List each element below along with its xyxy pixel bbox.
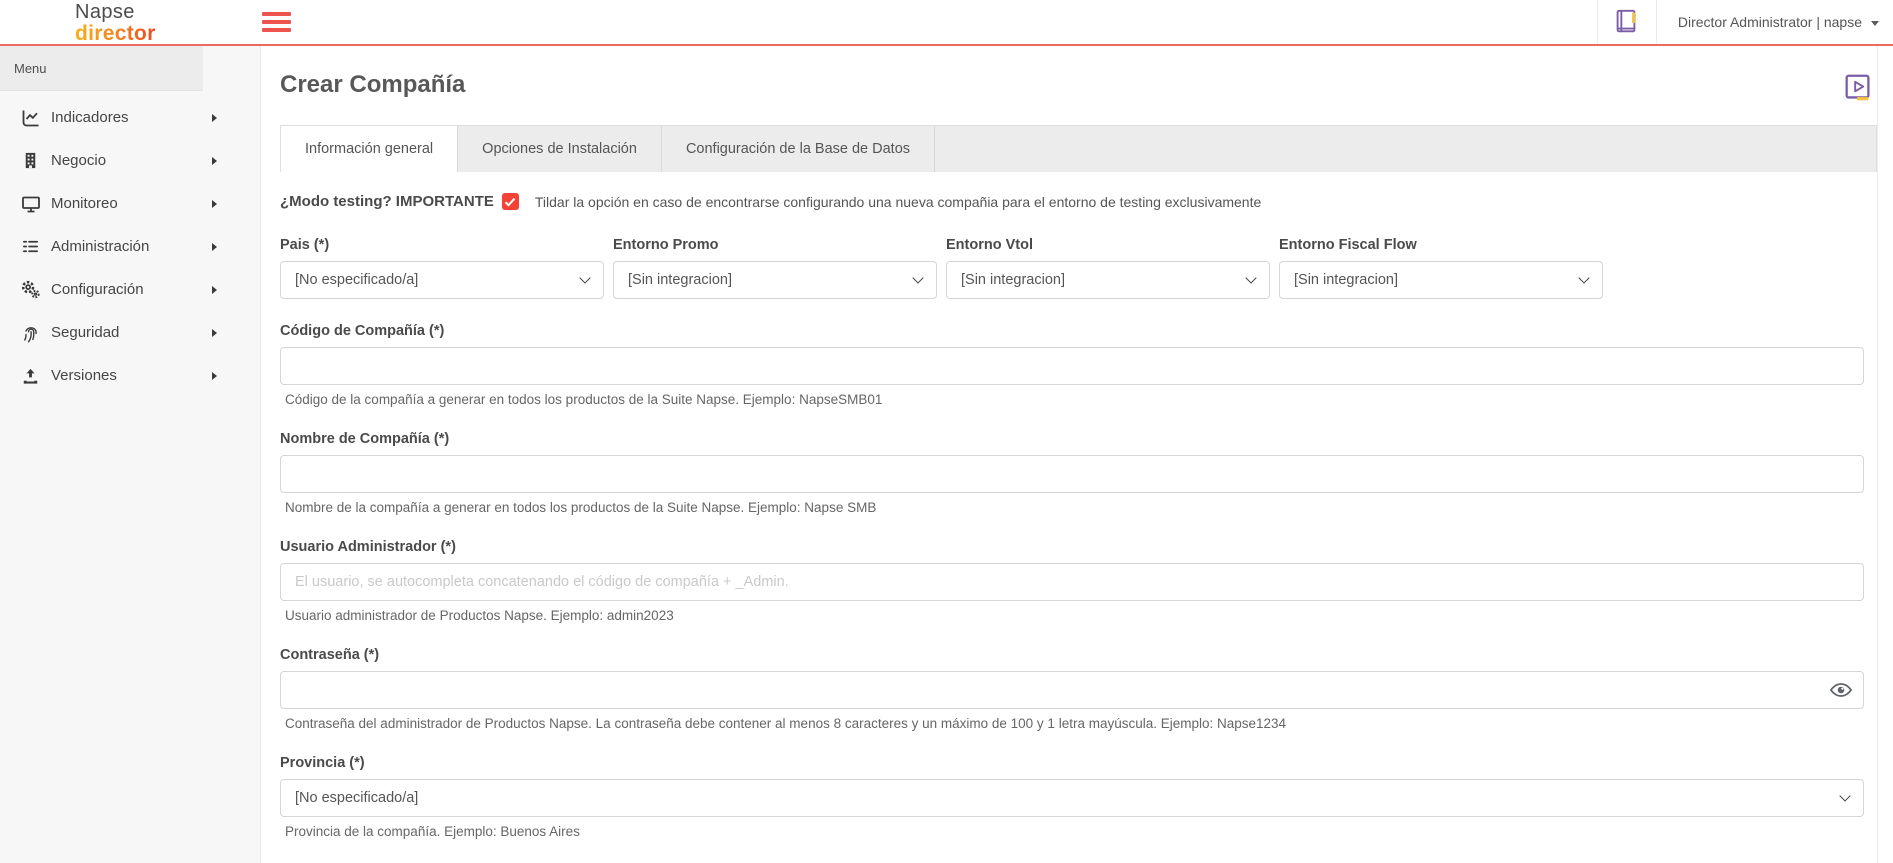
chevron-down-icon — [912, 272, 923, 283]
usuario-administrador-help: Usuario administrador de Productos Napse… — [280, 608, 1877, 623]
sidebar-item-monitoreo[interactable]: Monitoreo — [0, 182, 260, 225]
sidebar-item-label: Seguridad — [51, 324, 212, 341]
contrasena-input[interactable] — [280, 671, 1864, 709]
page-title: Crear Compañía — [280, 71, 465, 99]
sidebar: Menu Indicadores — [0, 46, 261, 863]
gears-icon — [20, 279, 41, 300]
provincia-select[interactable]: [No especificado/a] — [280, 779, 1864, 817]
sidebar-item-label: Administración — [51, 238, 212, 255]
sidebar-item-label: Monitoreo — [51, 195, 212, 212]
entorno-promo-select[interactable]: [Sin integracion] — [613, 261, 937, 299]
chevron-right-icon — [212, 329, 217, 337]
contrasena-help: Contraseña del administrador de Producto… — [280, 716, 1877, 731]
napse-director-logo[interactable]: Napse director — [75, 2, 156, 45]
provincia-label: Provincia (*) — [280, 755, 1877, 771]
pais-select[interactable]: [No especificado/a] — [280, 261, 604, 299]
nombre-compania-help: Nombre de la compañía a generar en todos… — [280, 500, 1877, 515]
sidebar-item-indicadores[interactable]: Indicadores — [0, 96, 260, 139]
tab-bar: Información general Opciones de Instalac… — [280, 125, 1877, 172]
entorno-vtol-label: Entorno Vtol — [946, 237, 1270, 253]
play-button[interactable] — [1841, 71, 1875, 110]
sidebar-item-label: Indicadores — [51, 109, 212, 126]
sidebar-item-label: Negocio — [51, 152, 212, 169]
chevron-down-icon — [1578, 272, 1589, 283]
app-header: Napse director Director Administrator | … — [0, 0, 1893, 46]
chevron-right-icon — [212, 243, 217, 251]
checklist-icon — [20, 236, 41, 257]
eye-icon[interactable] — [1830, 682, 1852, 698]
chevron-down-icon — [579, 272, 590, 283]
chevron-right-icon — [212, 200, 217, 208]
sidebar-item-negocio[interactable]: Negocio — [0, 139, 260, 182]
modo-testing-help: Tildar la opción en caso de encontrarse … — [535, 194, 1261, 210]
entorno-fiscal-flow-select-value: [Sin integracion] — [1294, 272, 1398, 288]
entorno-vtol-select[interactable]: [Sin integracion] — [946, 261, 1270, 299]
sidebar-item-administracion[interactable]: Administración — [0, 225, 260, 268]
codigo-compania-help: Código de la compañía a generar en todos… — [280, 392, 1877, 407]
documentation-book-icon[interactable] — [1612, 7, 1640, 42]
pais-select-value: [No especificado/a] — [295, 272, 418, 288]
sidebar-item-configuracion[interactable]: Configuración — [0, 268, 260, 311]
usuario-administrador-input[interactable] — [280, 563, 1864, 601]
main-content: Crear Compañía Información general Opcio… — [261, 46, 1893, 863]
tab-opciones-instalacion[interactable]: Opciones de Instalación — [458, 126, 662, 172]
modo-testing-label: ¿Modo testing? IMPORTANTE — [280, 193, 494, 210]
chevron-right-icon — [212, 372, 217, 380]
sidebar-item-label: Configuración — [51, 281, 212, 298]
chevron-right-icon — [212, 286, 217, 294]
fingerprint-icon — [20, 322, 41, 343]
chevron-down-icon — [1871, 21, 1879, 26]
entorno-fiscal-flow-select[interactable]: [Sin integracion] — [1279, 261, 1603, 299]
entorno-vtol-select-value: [Sin integracion] — [961, 272, 1065, 288]
pais-label: Pais (*) — [280, 237, 604, 253]
sidebar-item-label: Versiones — [51, 367, 212, 384]
provincia-select-value: [No especificado/a] — [295, 790, 418, 806]
header-divider — [1597, 0, 1598, 44]
provincia-help: Provincia de la compañía. Ejemplo: Bueno… — [280, 824, 1877, 839]
nombre-compania-label: Nombre de Compañía (*) — [280, 431, 1877, 447]
codigo-compania-label: Código de Compañía (*) — [280, 323, 1877, 339]
usuario-administrador-label: Usuario Administrador (*) — [280, 539, 1877, 555]
codigo-compania-input[interactable] — [280, 347, 1864, 385]
sidebar-item-versiones[interactable]: Versiones — [0, 354, 260, 397]
user-menu[interactable]: Director Administrator | napse — [1678, 0, 1879, 44]
chevron-down-icon — [1245, 272, 1256, 283]
sidebar-menu-header: Menu — [0, 46, 203, 91]
logo-line2: director — [75, 23, 156, 45]
entorno-promo-select-value: [Sin integracion] — [628, 272, 732, 288]
header-divider — [1656, 0, 1657, 44]
monitor-icon — [20, 193, 41, 214]
user-menu-label: Director Administrator | napse — [1678, 14, 1862, 30]
chevron-right-icon — [212, 114, 217, 122]
hamburger-menu-icon[interactable] — [262, 12, 292, 36]
modo-testing-checkbox[interactable] — [502, 193, 519, 210]
tab-configuracion-base-datos[interactable]: Configuración de la Base de Datos — [662, 126, 935, 172]
chevron-down-icon — [1839, 790, 1850, 801]
upload-icon — [20, 365, 41, 386]
nombre-compania-input[interactable] — [280, 455, 1864, 493]
chevron-right-icon — [212, 157, 217, 165]
entorno-promo-label: Entorno Promo — [613, 237, 937, 253]
entorno-fiscal-flow-label: Entorno Fiscal Flow — [1279, 237, 1603, 253]
tab-informacion-general[interactable]: Información general — [281, 126, 458, 172]
sidebar-item-seguridad[interactable]: Seguridad — [0, 311, 260, 354]
logo-line1: Napse — [75, 2, 156, 23]
contrasena-label: Contraseña (*) — [280, 647, 1877, 663]
building-icon — [20, 150, 41, 171]
chart-icon — [20, 107, 41, 128]
